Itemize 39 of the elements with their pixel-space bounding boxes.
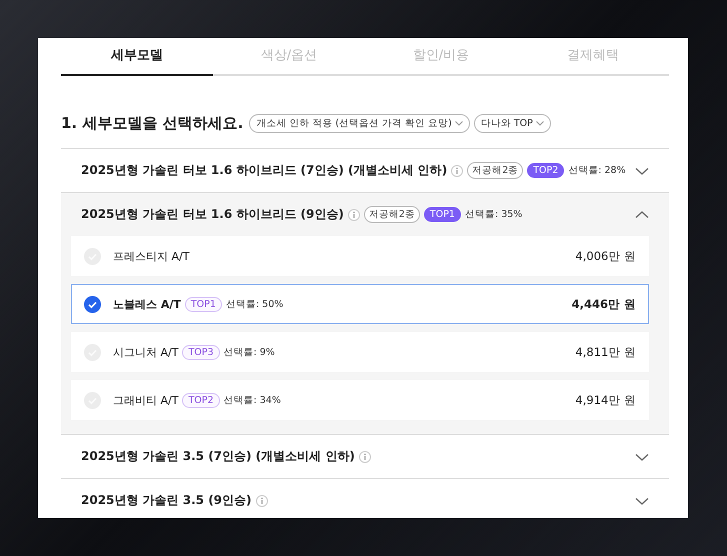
caret-icon <box>536 121 544 126</box>
check-icon[interactable] <box>84 296 101 312</box>
filter-dropdown[interactable]: 개소세 인하 적용 (선택옵션 가격 확인 요망) <box>249 114 470 133</box>
selection-rate: 선택률: 9% <box>224 346 275 358</box>
model-name[interactable]: 2025년형 가솔린 3.5 (7인승) (개별소비세 인하) <box>81 448 355 465</box>
trim-name: 그래비티 A/T <box>113 392 178 408</box>
selection-rate: 선택률: 28% <box>568 164 626 177</box>
model-name[interactable]: 2025년형 가솔린 터보 1.6 하이브리드 (7인승) (개별소비세 인하) <box>81 162 448 179</box>
trim-price: 4,006만 원 <box>575 248 636 264</box>
trim-option[interactable]: 그래비티 A/T TOP2 선택률: 34% 4,914만 원 <box>71 380 649 420</box>
trim-name: 노블레스 A/T <box>113 296 181 312</box>
selection-rate: 선택률: 35% <box>464 208 522 221</box>
selection-rate: 선택률: 50% <box>226 298 284 310</box>
info-icon[interactable] <box>256 494 268 506</box>
trim-name: 프레스티지 A/T <box>113 248 190 264</box>
section-heading: 1. 세부모델을 선택하세요. <box>61 114 244 133</box>
trim-option[interactable]: 시그니처 A/T TOP3 선택률: 9% 4,811만 원 <box>71 332 649 372</box>
info-icon[interactable] <box>348 208 360 220</box>
filter-dropdown[interactable]: 다나와 TOP <box>474 114 551 133</box>
info-icon[interactable] <box>358 450 371 462</box>
rank-badge: TOP1 <box>184 296 222 312</box>
trim-option[interactable]: 노블레스 A/T TOP1 선택률: 50% 4,446만 원 <box>71 284 649 324</box>
rank-badge: TOP2 <box>182 392 220 408</box>
trim-price: 4,914만 원 <box>575 392 636 408</box>
model-name[interactable]: 2025년형 가솔린 터보 1.6 하이브리드 (9인승) <box>81 206 344 223</box>
trim-name: 시그니처 A/T <box>113 344 178 360</box>
trim-price: 4,811만 원 <box>575 344 636 360</box>
rank-badge: TOP2 <box>527 163 564 178</box>
caret-icon <box>454 121 463 126</box>
tab[interactable]: 세부모델 <box>61 38 213 76</box>
rank-badge: TOP3 <box>182 344 220 360</box>
rank-badge: TOP1 <box>424 207 461 222</box>
eco-tag: 저공해2종 <box>467 162 524 179</box>
selection-rate: 선택률: 34% <box>224 394 281 406</box>
trim-price: 4,446만 원 <box>572 296 636 312</box>
model-name[interactable]: 2025년형 가솔린 3.5 (9인승) <box>81 492 252 509</box>
info-icon[interactable] <box>451 164 464 176</box>
trim-option[interactable]: 프레스티지 A/T 4,006만 원 <box>71 236 649 276</box>
eco-tag: 저공해2종 <box>364 206 420 223</box>
